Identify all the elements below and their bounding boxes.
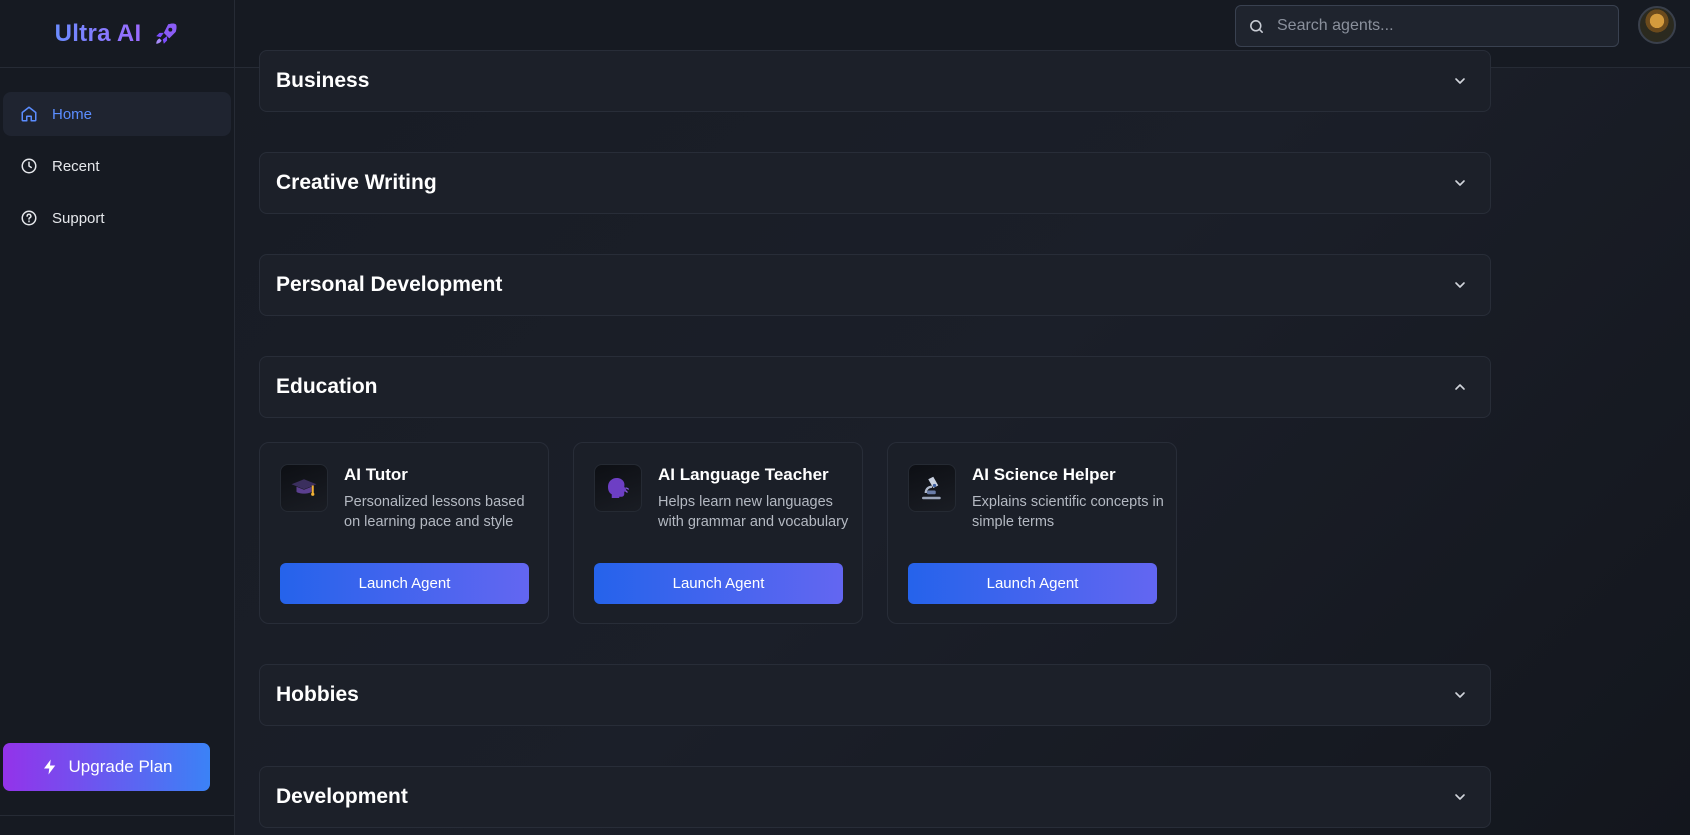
chevron-up-icon [1455,384,1465,390]
sidebar-item-label: Recent [52,157,100,175]
agent-title: AI Tutor [344,465,408,484]
home-icon [21,106,37,122]
launch-agent-button[interactable]: Launch Agent [908,563,1157,604]
category-title: Personal Development [276,273,503,296]
category-development[interactable]: Development [259,766,1491,828]
agent-card: AI Tutor Personalized lessons based on l… [259,442,549,624]
chevron-down-icon [1455,78,1465,84]
agent-description: Personalized lessons based on learning p… [344,494,525,530]
agent-card: AI Language Teacher Helps learn new lang… [573,442,863,624]
category-title: Hobbies [276,683,359,706]
graduation-cap-icon [280,464,328,512]
category-hobbies[interactable]: Hobbies [259,664,1491,726]
launch-agent-button[interactable]: Launch Agent [280,563,529,604]
speaking-head-icon [594,464,642,512]
logo[interactable]: Ultra AI [0,0,234,68]
chevron-down-icon [1455,180,1465,186]
search-icon [1250,19,1263,33]
sidebar-item-support[interactable]: Support [3,196,231,240]
app-name: Ultra AI [54,19,142,47]
category-education[interactable]: Education [259,356,1491,418]
agent-card: AI Science Helper Explains scientific co… [887,442,1177,624]
upgrade-label: Upgrade Plan [68,757,173,776]
sidebar-item-label: Support [52,209,105,227]
chevron-down-icon [1455,794,1465,800]
sidebar-item-label: Home [52,105,93,123]
chevron-down-icon [1455,282,1465,288]
agent-title: AI Science Helper [972,465,1116,484]
category-title: Business [276,69,370,92]
category-business[interactable]: Business [259,50,1491,112]
launch-agent-button[interactable]: Launch Agent [594,563,843,604]
category-title: Development [276,785,408,808]
category-personal-development[interactable]: Personal Development [259,254,1491,316]
sidebar-item-home[interactable]: Home [3,92,231,136]
upgrade-plan-button[interactable]: Upgrade Plan [3,743,210,791]
lightning-icon [43,759,55,775]
avatar[interactable] [1638,6,1676,44]
chevron-down-icon [1455,692,1465,698]
sidebar: Ultra AI Home Recent Support Upgrade Pla… [0,0,235,835]
agent-description: Helps learn new languages with grammar a… [658,494,849,530]
category-creative-writing[interactable]: Creative Writing [259,152,1491,214]
category-title: Creative Writing [276,171,437,194]
agent-title: AI Language Teacher [658,465,829,484]
search-input[interactable] [1277,17,1606,35]
help-circle-icon [21,210,37,226]
rocket-icon [153,21,179,47]
sidebar-item-recent[interactable]: Recent [3,144,231,188]
agent-description: Explains scientific concepts in simple t… [972,494,1164,530]
clock-icon [21,158,37,174]
search-box[interactable] [1235,5,1619,47]
category-title: Education [276,375,378,398]
microscope-icon [908,464,956,512]
divider [0,815,235,816]
sidebar-nav: Home Recent Support [0,68,234,240]
